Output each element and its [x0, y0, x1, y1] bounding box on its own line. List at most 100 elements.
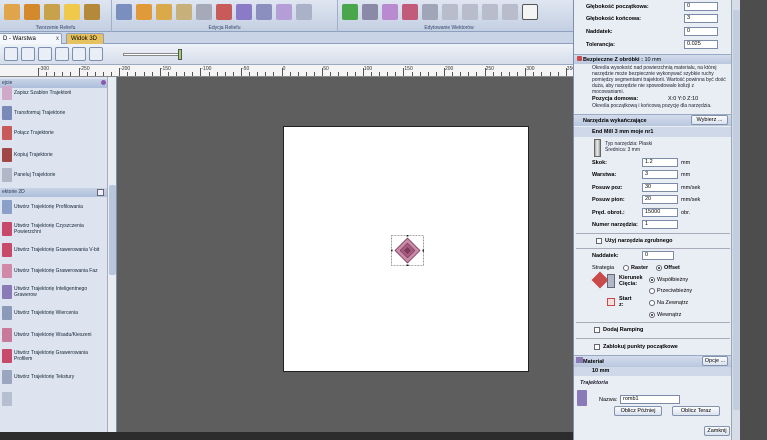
- vector-edit-icon[interactable]: [502, 4, 518, 20]
- collapse-icon[interactable]: [97, 189, 104, 196]
- toolbar-group-edycja-reliefu: Edycja Reliefu: [112, 0, 338, 32]
- vector-edit-icon[interactable]: [342, 4, 358, 20]
- edit-relief-icon[interactable]: [236, 4, 252, 20]
- list-item[interactable]: Utwórz Trajektorię Inteligentnego Grawer…: [0, 283, 107, 301]
- scrollbar-thumb[interactable]: [109, 185, 116, 275]
- vbit-toolpath-icon: [2, 243, 12, 257]
- list-item[interactable]: Paneluj Trajektorie: [0, 166, 107, 184]
- label-posuw-pion: Posuw pion:: [592, 197, 625, 203]
- relief-tool-icon[interactable]: [44, 4, 60, 20]
- scrollbar-thumb[interactable]: [733, 10, 740, 410]
- item-label: Kopiuj Trajektorie: [14, 152, 53, 158]
- material-sheet[interactable]: [283, 126, 529, 372]
- edit-relief-icon[interactable]: [136, 4, 152, 20]
- raster-radio[interactable]: [623, 265, 629, 271]
- offset-radio[interactable]: [656, 265, 662, 271]
- list-item[interactable]: Połącz Trajektorie: [0, 124, 107, 142]
- input-warstwa[interactable]: 3: [642, 170, 678, 179]
- list-item[interactable]: Utwórz Trajektorię Grawerowania V-bit: [0, 241, 107, 259]
- wewnatrz-radio[interactable]: [649, 312, 655, 318]
- input-nazwa[interactable]: romb1: [620, 395, 680, 404]
- edit-relief-icon[interactable]: [196, 4, 212, 20]
- vector-edit-icon[interactable]: [382, 4, 398, 20]
- list-item[interactable]: Transformuj Trajektorie: [0, 104, 107, 122]
- vector-edit-icon[interactable]: [442, 4, 458, 20]
- input-naddatek[interactable]: 0: [684, 27, 718, 36]
- list-item[interactable]: Utwórz Trajektorię Czyszczenia Powierzch…: [0, 220, 107, 238]
- oblicz-teraz-button[interactable]: Oblicz Teraz: [672, 406, 720, 416]
- zoom-in-icon[interactable]: [38, 47, 52, 61]
- list-item[interactable]: [0, 390, 107, 408]
- edit-relief-icon[interactable]: [116, 4, 132, 20]
- zoom-slider-track[interactable]: [123, 53, 181, 56]
- vector-edit-icon[interactable]: [522, 4, 538, 20]
- wybierz-button[interactable]: Wybierz ...: [691, 115, 728, 125]
- section-bezpieczne-z[interactable]: Bezpieczne Z obróbki : 10 mm: [574, 54, 732, 64]
- input-glebokosc-koncowa[interactable]: 3: [684, 14, 718, 23]
- label-dodaj-ramping: Dodaj Ramping: [603, 327, 644, 333]
- input-glebokosc-poczatkowa[interactable]: 0: [684, 2, 718, 11]
- unit-skok: mm: [681, 160, 691, 166]
- list-item[interactable]: Utwórz Trajektorię Grawerowania Faz: [0, 262, 107, 280]
- pan-icon[interactable]: [72, 47, 86, 61]
- ruler-tick: [224, 72, 226, 76]
- left-panel-scrollbar[interactable]: [107, 77, 116, 440]
- edit-relief-icon[interactable]: [176, 4, 192, 20]
- vector-edit-icon[interactable]: [362, 4, 378, 20]
- zamknij-button[interactable]: Zamknij: [704, 426, 730, 436]
- uzyj-zgrubnego-checkbox[interactable]: [596, 238, 602, 244]
- list-item[interactable]: Zapisz Szablon Trajektorii: [0, 84, 107, 102]
- zoom-box-icon[interactable]: [21, 47, 35, 61]
- edit-relief-icon[interactable]: [296, 4, 312, 20]
- selected-vector-rhombus[interactable]: [391, 235, 424, 266]
- edit-relief-icon[interactable]: [276, 4, 292, 20]
- input-posuw-poz[interactable]: 30: [642, 183, 678, 192]
- list-item[interactable]: Kopiuj Trajektorie: [0, 146, 107, 164]
- profile-engraving-icon: [2, 349, 12, 363]
- 2d-drawing-canvas[interactable]: [117, 77, 573, 440]
- zoom-out-icon[interactable]: [55, 47, 69, 61]
- dodaj-ramping-checkbox[interactable]: [594, 327, 600, 333]
- tab-warstwa-bitmapy[interactable]: D - Warstwa Bitmapy x: [0, 33, 62, 52]
- relief-tool-icon[interactable]: [64, 4, 80, 20]
- input-naddatek-2[interactable]: 0: [642, 251, 674, 260]
- edit-relief-icon[interactable]: [256, 4, 272, 20]
- zablokuj-checkbox[interactable]: [594, 344, 600, 350]
- edit-relief-icon[interactable]: [156, 4, 172, 20]
- opcje-button[interactable]: Opcje ...: [702, 356, 728, 366]
- na-zewnatrz-radio[interactable]: [649, 300, 655, 306]
- relief-tool-icon[interactable]: [4, 4, 20, 20]
- list-item[interactable]: Utwórz Trajektorię Grawerowania Profilem: [0, 347, 107, 365]
- przeciwbiezny-radio[interactable]: [649, 288, 655, 294]
- zoom-slider-handle[interactable]: [178, 49, 182, 60]
- relief-tool-icon[interactable]: [84, 4, 100, 20]
- input-skok[interactable]: 1.2: [642, 158, 678, 167]
- right-panel-scrollbar[interactable]: [731, 0, 740, 440]
- close-icon[interactable]: x: [56, 34, 59, 44]
- snap-icon[interactable]: [89, 47, 103, 61]
- input-numer-narzedzia[interactable]: 1: [642, 220, 678, 229]
- list-item[interactable]: Utwórz Trajektorię Wsadu/Kieszeni: [0, 326, 107, 344]
- oblicz-pozniej-button[interactable]: Oblicz Później: [614, 406, 662, 416]
- toolbar-group-label: Tworzenie Reliefu: [35, 25, 76, 31]
- zoom-extents-icon[interactable]: [4, 47, 18, 61]
- relief-tool-icon[interactable]: [24, 4, 40, 20]
- toolpath-icon: [577, 390, 587, 406]
- drilling-toolpath-icon: [2, 306, 12, 320]
- list-item[interactable]: Utwórz Trajektorię Wiercenia: [0, 304, 107, 322]
- vector-edit-icon[interactable]: [462, 4, 478, 20]
- list-item[interactable]: Utwórz Trajektorię Tekstury: [0, 368, 107, 386]
- list-item[interactable]: Utwórz Trajektorię Profilowania: [0, 198, 107, 216]
- input-posuw-pion[interactable]: 20: [642, 195, 678, 204]
- vector-edit-icon[interactable]: [482, 4, 498, 20]
- edit-relief-icon[interactable]: [216, 4, 232, 20]
- tab-widok-3d[interactable]: Widok 3D: [66, 33, 104, 44]
- vector-edit-icon[interactable]: [422, 4, 438, 20]
- vector-edit-icon[interactable]: [402, 4, 418, 20]
- ruler-tick: [102, 72, 104, 76]
- section-header[interactable]: ektorie 2D: [0, 188, 107, 197]
- wspolbiezny-radio[interactable]: [649, 277, 655, 283]
- input-pred-obrot[interactable]: 15000: [642, 208, 678, 217]
- input-tolerancja[interactable]: 0.025: [684, 40, 718, 49]
- section-label: Bezpieczne Z obróbki :: [583, 57, 643, 63]
